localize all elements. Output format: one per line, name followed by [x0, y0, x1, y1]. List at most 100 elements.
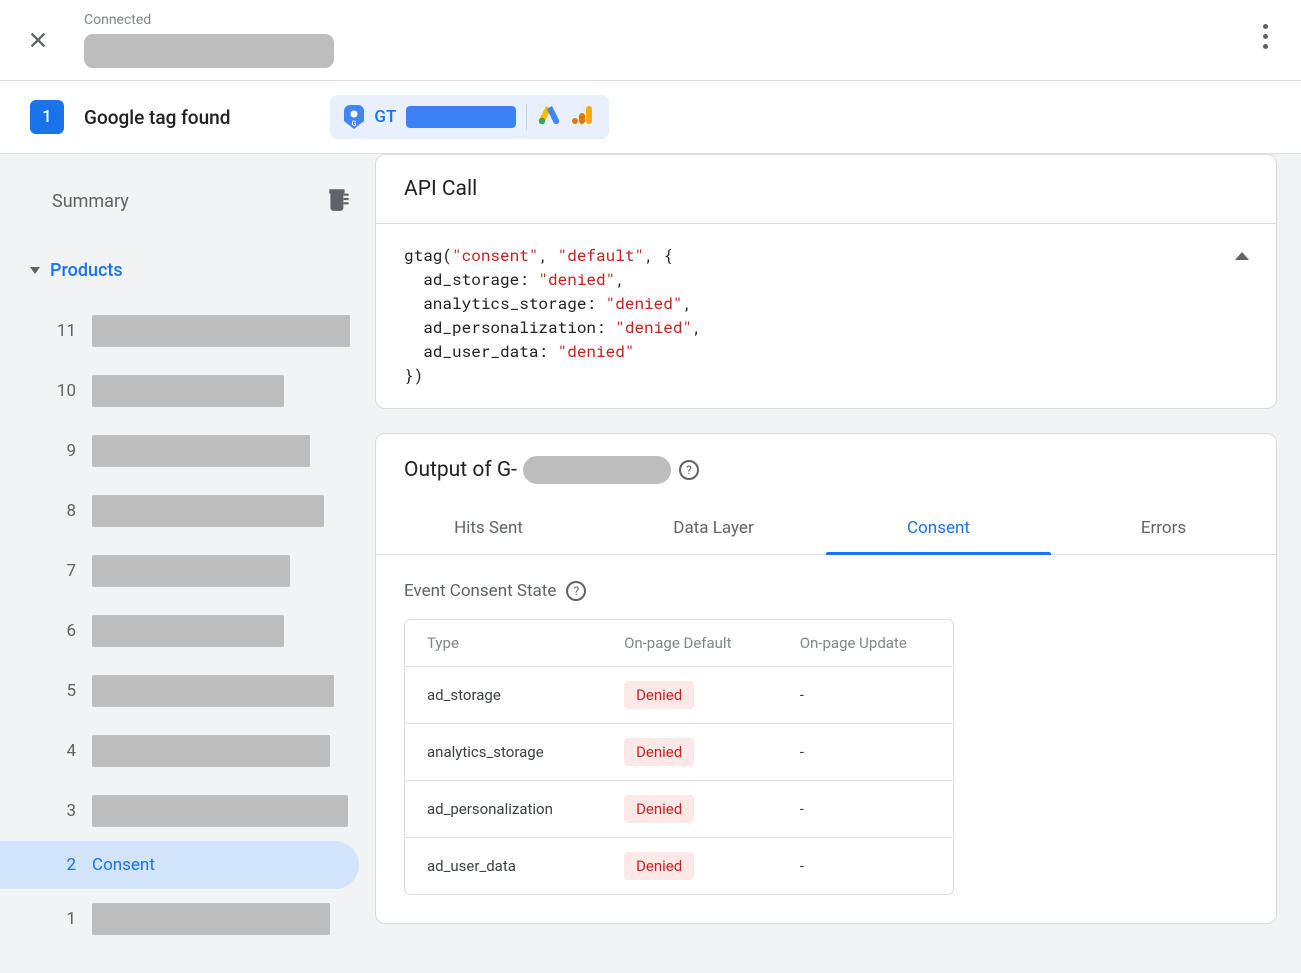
item-redacted: [92, 555, 290, 587]
gt-prefix: GT: [374, 107, 396, 127]
collapse-button[interactable]: [1226, 240, 1258, 272]
item-redacted: [92, 495, 324, 527]
item-redacted: [92, 795, 348, 827]
output-card: Output of G- ? Hits SentData LayerConsen…: [375, 433, 1277, 924]
api-call-card: API Call gtag("consent", "default", { ad…: [375, 154, 1277, 409]
sidebar-item[interactable]: 6: [16, 601, 359, 661]
cell-default: Denied: [602, 723, 778, 780]
panel-title: Event Consent State ?: [404, 581, 1248, 601]
cell-type: ad_personalization: [405, 780, 602, 837]
table-row: ad_personalizationDenied-: [405, 780, 953, 837]
table-header: On-page Default: [602, 620, 778, 667]
help-icon[interactable]: ?: [566, 581, 586, 601]
item-redacted: [92, 675, 334, 707]
products-title: Products: [50, 260, 123, 281]
item-redacted: [92, 735, 330, 767]
cell-default: Denied: [602, 837, 778, 894]
tag-pill[interactable]: G GT: [330, 95, 609, 139]
table-header: Type: [405, 620, 602, 667]
layout: Summary Products 11 10 9 8 7 6 5 4 3 2 Consent 1 AP…: [0, 154, 1301, 973]
item-redacted: [92, 903, 330, 935]
api-call-title: API Call: [376, 155, 1276, 224]
summary-row[interactable]: Summary: [16, 178, 359, 224]
sidebar-item[interactable]: 2 Consent: [0, 841, 359, 889]
close-button[interactable]: [20, 22, 56, 58]
cell-update: -: [778, 723, 953, 780]
chevron-up-icon: [1235, 252, 1249, 260]
tab-data-layer[interactable]: Data Layer: [601, 502, 826, 554]
more-button[interactable]: [1247, 18, 1283, 54]
item-number: 6: [54, 621, 76, 641]
tag-bar: 1 Google tag found G GT: [0, 81, 1301, 154]
item-number: 11: [54, 321, 76, 341]
clear-icon[interactable]: [325, 186, 351, 216]
cell-update: -: [778, 837, 953, 894]
chevron-down-icon: [30, 267, 40, 274]
api-code-block: gtag("consent", "default", { ad_storage:…: [376, 224, 1276, 408]
help-icon[interactable]: ?: [679, 460, 699, 480]
tag-count-badge: 1: [30, 100, 64, 134]
products-section-header[interactable]: Products: [16, 252, 359, 289]
table-row: ad_storage Denied -: [405, 667, 953, 723]
item-redacted: [92, 315, 350, 347]
sidebar: Summary Products 11 10 9 8 7 6 5 4 3 2 Consent 1: [0, 154, 375, 973]
cell-default: Denied: [602, 780, 778, 837]
connected-label: Connected: [84, 12, 334, 28]
panel-title-text: Event Consent State: [404, 581, 556, 601]
cell-type: ad_storage: [405, 667, 602, 723]
summary-label: Summary: [52, 191, 129, 212]
svg-text:G: G: [352, 120, 357, 128]
table-body: ad_storageDenied-analytics_storageDenied…: [405, 667, 953, 894]
consent-table: TypeOn-page DefaultOn-page Update ad_sto…: [404, 619, 954, 895]
header-info: Connected: [84, 12, 334, 68]
close-icon: [27, 29, 49, 51]
cell-type: ad_user_data: [405, 837, 602, 894]
output-tabs: Hits SentData LayerConsentErrors: [376, 502, 1276, 555]
consent-panel: Event Consent State ? TypeOn-page Defaul…: [376, 555, 1276, 923]
item-number: 3: [54, 801, 76, 821]
tab-hits-sent[interactable]: Hits Sent: [376, 502, 601, 554]
output-id-redacted: [523, 456, 671, 484]
gt-id-redacted: [406, 106, 516, 128]
output-title: Output of G-: [404, 456, 671, 484]
cell-update: -: [778, 667, 953, 723]
main: API Call gtag("consent", "default", { ad…: [375, 154, 1301, 973]
denied-badge: Denied: [624, 795, 694, 823]
item-redacted: [92, 435, 310, 467]
sidebar-item[interactable]: 5: [16, 661, 359, 721]
header: Connected: [0, 0, 1301, 81]
table-row: ad_user_dataDenied-: [405, 837, 953, 894]
table-header: On-page Update: [778, 620, 953, 667]
tab-errors[interactable]: Errors: [1051, 502, 1276, 554]
item-number: 5: [54, 681, 76, 701]
item-label: Consent: [92, 855, 155, 875]
denied-badge: Denied: [624, 681, 694, 709]
sidebar-item[interactable]: 11: [16, 301, 359, 361]
sidebar-item[interactable]: 4: [16, 721, 359, 781]
google-ads-icon: [537, 103, 561, 131]
table-row: analytics_storageDenied-: [405, 723, 953, 780]
item-number: 7: [54, 561, 76, 581]
denied-badge: Denied: [624, 738, 694, 766]
google-analytics-icon: [571, 103, 595, 131]
item-redacted: [92, 615, 284, 647]
item-number: 10: [54, 381, 76, 401]
domain-redacted: [84, 34, 334, 68]
gtag-icon: G: [344, 105, 364, 129]
sidebar-item[interactable]: 8: [16, 481, 359, 541]
output-title-prefix: Output of G-: [404, 458, 517, 482]
sidebar-item[interactable]: 3: [16, 781, 359, 841]
product-list: 11 10 9 8 7 6 5 4 3 2 Consent 1: [16, 301, 359, 949]
item-number: 2: [54, 855, 76, 875]
sidebar-item[interactable]: 1: [16, 889, 359, 949]
item-redacted: [92, 375, 284, 407]
item-number: 9: [54, 441, 76, 461]
sidebar-item[interactable]: 7: [16, 541, 359, 601]
sidebar-item[interactable]: 10: [16, 361, 359, 421]
more-icon: [1263, 24, 1268, 49]
tab-consent[interactable]: Consent: [826, 502, 1051, 554]
sidebar-item[interactable]: 9: [16, 421, 359, 481]
item-number: 1: [54, 909, 76, 929]
table-header-row: TypeOn-page DefaultOn-page Update: [405, 620, 953, 667]
output-header: Output of G- ?: [376, 434, 1276, 484]
